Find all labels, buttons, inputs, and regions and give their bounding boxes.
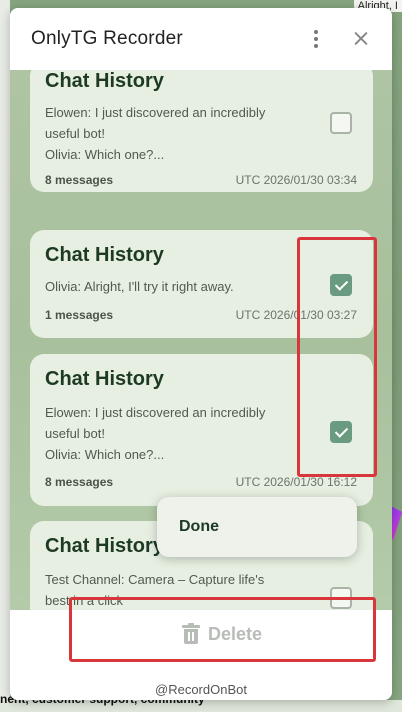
card-title: Chat History: [45, 535, 164, 557]
preview-line: Olivia: Alright, I'll try it right away.: [45, 279, 234, 294]
card-title: Chat History: [45, 244, 164, 266]
message-count: 1 messages: [45, 308, 114, 322]
preview-line: useful bot!: [45, 126, 105, 141]
chat-history-card[interactable]: Chat History Elowen: I just discovered a…: [30, 354, 373, 506]
select-checkbox[interactable]: [330, 274, 352, 296]
preview-line: Olivia: Which one?...: [45, 447, 165, 462]
context-popup: Done: [157, 497, 357, 557]
timestamp: UTC 2026/01/30 03:34: [235, 173, 357, 187]
preview-line: best in a click: [45, 593, 124, 608]
dialog-footer: Delete @RecordOnBot: [10, 610, 392, 700]
preview-line: useful bot!: [45, 426, 105, 441]
background-side-strip: [0, 0, 10, 712]
card-preview: Elowen: I just discovered an incredibly …: [45, 102, 295, 165]
preview-line: Elowen: I just discovered an incredibly: [45, 105, 266, 120]
chat-history-card[interactable]: Chat History Olivia: Alright, I'll try i…: [30, 230, 373, 338]
dialog-title: OnlyTG Recorder: [31, 28, 183, 49]
card-preview: Olivia: Alright, I'll try it right away.: [45, 276, 295, 297]
background-bottom-strip: nent, customer support, community: [0, 692, 402, 712]
more-options-icon[interactable]: [302, 25, 330, 53]
close-icon[interactable]: [348, 26, 374, 52]
card-preview: Test Channel: Camera – Capture life's be…: [45, 569, 295, 610]
card-title: Chat History: [45, 70, 164, 92]
card-preview: Elowen: I just discovered an incredibly …: [45, 402, 295, 465]
message-count: 8 messages: [45, 173, 114, 187]
timestamp: UTC 2026/01/30 03:27: [235, 308, 357, 322]
delete-button[interactable]: Delete: [72, 611, 372, 657]
timestamp: UTC 2026/01/30 16:12: [235, 475, 357, 489]
card-title: Chat History: [45, 368, 164, 390]
trash-icon: [181, 623, 200, 644]
preview-line: Test Channel: Camera – Capture life's: [45, 572, 265, 587]
message-count: 8 messages: [45, 475, 114, 489]
select-checkbox[interactable]: [330, 587, 352, 609]
done-menu-item[interactable]: Done: [179, 518, 219, 536]
recorder-dialog: OnlyTG Recorder Chat History Elowen: I j…: [10, 8, 392, 700]
delete-label: Delete: [207, 623, 263, 644]
select-checkbox[interactable]: [330, 421, 352, 443]
preview-line: Olivia: Which one?...: [45, 147, 165, 162]
dialog-header: OnlyTG Recorder: [10, 8, 392, 70]
bot-credit: @RecordOnBot: [155, 682, 247, 697]
chat-history-card[interactable]: Chat History Elowen: I just discovered a…: [30, 70, 373, 192]
select-checkbox[interactable]: [330, 112, 352, 134]
preview-line: Elowen: I just discovered an incredibly: [45, 405, 266, 420]
